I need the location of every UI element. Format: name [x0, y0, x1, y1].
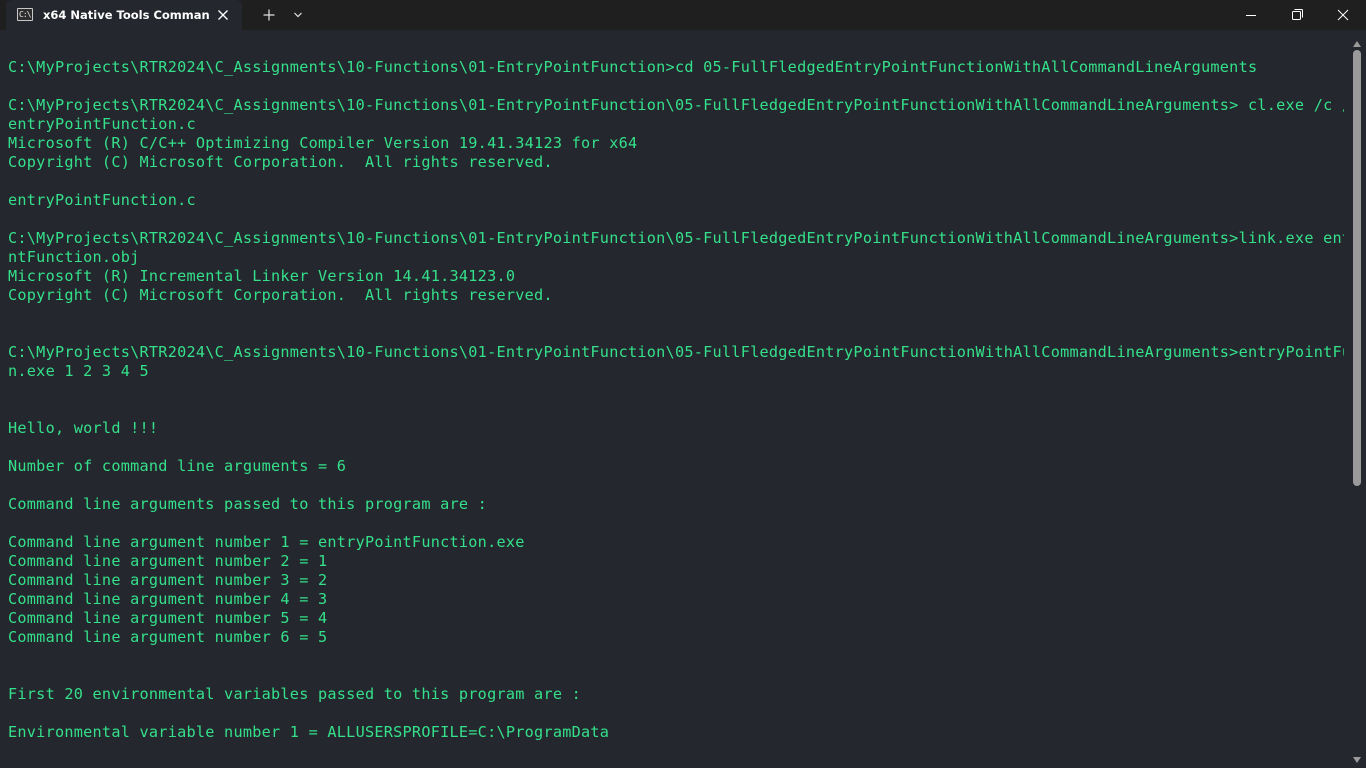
- terminal-line: C:\MyProjects\RTR2024\C_Assignments\10-F…: [8, 58, 1258, 76]
- title-bar[interactable]: C:\ x64 Native Tools Command Pr: [0, 0, 1366, 30]
- tab-command-prompt[interactable]: C:\ x64 Native Tools Command Pr: [6, 0, 242, 30]
- minimize-icon: [1246, 15, 1256, 16]
- plus-icon: [263, 9, 275, 21]
- command-prompt-icon-glyph: C:\: [19, 10, 31, 19]
- terminal-line: Command line argument number 2 = 1: [8, 552, 328, 570]
- close-button[interactable]: [1320, 0, 1366, 30]
- terminal-line: Copyright (C) Microsoft Corporation. All…: [8, 153, 553, 171]
- scroll-down-arrow-icon[interactable]: [1352, 752, 1362, 763]
- terminal-line: Command line arguments passed to this pr…: [8, 495, 488, 513]
- terminal-line: C:\MyProjects\RTR2024\C_Assignments\10-F…: [8, 229, 1344, 247]
- tab-close-icon[interactable]: [215, 7, 231, 23]
- scrollbar-thumb[interactable]: [1353, 50, 1361, 486]
- terminal-line: entryPointFunction.c: [8, 191, 196, 209]
- terminal-output[interactable]: C:\MyProjects\RTR2024\C_Assignments\10-F…: [8, 58, 1344, 768]
- terminal-line: C:\MyProjects\RTR2024\C_Assignments\10-F…: [8, 96, 1344, 114]
- terminal-window: C:\ x64 Native Tools Command Pr: [0, 0, 1366, 768]
- scroll-up-arrow-icon[interactable]: [1352, 36, 1362, 47]
- restore-button[interactable]: [1274, 0, 1320, 30]
- terminal-line: Command line argument number 1 = entryPo…: [8, 533, 525, 551]
- terminal-line: entryPointFunction.c: [8, 115, 196, 133]
- command-prompt-icon: C:\: [17, 8, 33, 21]
- terminal-line: Microsoft (R) C/C++ Optimizing Compiler …: [8, 134, 638, 152]
- terminal-line: Number of command line arguments = 6: [8, 457, 347, 475]
- chevron-down-icon: [294, 12, 302, 18]
- terminal-line: Command line argument number 5 = 4: [8, 609, 328, 627]
- tab-title: x64 Native Tools Command Pr: [43, 8, 209, 22]
- restore-icon: [1292, 9, 1303, 20]
- terminal-line: Command line argument number 6 = 5: [8, 628, 328, 646]
- profiles-dropdown-button[interactable]: [286, 0, 310, 30]
- terminal-line: Environmental variable number 1 = ALLUSE…: [8, 723, 610, 741]
- terminal-line: Microsoft (R) Incremental Linker Version…: [8, 267, 516, 285]
- terminal-line: Hello, world !!!: [8, 419, 159, 437]
- terminal-line: Copyright (C) Microsoft Corporation. All…: [8, 286, 553, 304]
- close-icon: [1337, 9, 1349, 21]
- terminal-line: Command line argument number 3 = 2: [8, 571, 328, 589]
- terminal-line: Command line argument number 4 = 3: [8, 590, 328, 608]
- minimize-button[interactable]: [1228, 0, 1274, 30]
- terminal-line: C:\MyProjects\RTR2024\C_Assignments\10-F…: [8, 343, 1344, 361]
- vertical-scrollbar[interactable]: [1350, 36, 1364, 766]
- terminal-line: First 20 environmental variables passed …: [8, 685, 582, 703]
- new-tab-button[interactable]: [254, 0, 284, 30]
- terminal-line: n.exe 1 2 3 4 5: [8, 362, 149, 380]
- terminal-line: ntFunction.obj: [8, 248, 140, 266]
